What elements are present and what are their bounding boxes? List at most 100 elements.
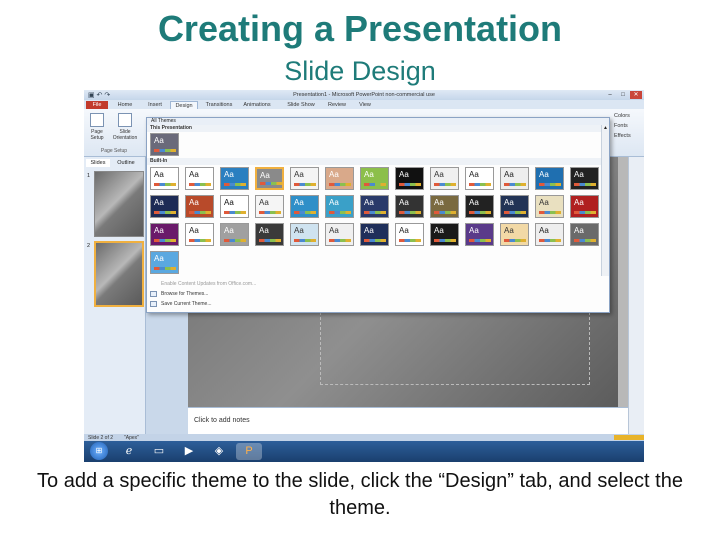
theme-tile[interactable]: Aa (150, 167, 179, 190)
theme-sample-text: Aa (539, 170, 549, 179)
theme-color-swatches (329, 239, 351, 242)
theme-tile[interactable]: Aa (325, 223, 354, 246)
save-current-theme-item[interactable]: Save Current Theme... (147, 299, 601, 309)
theme-tile[interactable]: Aa (465, 195, 494, 218)
window-title: Presentation1 - Microsoft PowerPoint non… (293, 92, 435, 98)
theme-tile[interactable]: Aa (185, 195, 214, 218)
windows-media-icon[interactable]: ◈ (206, 443, 232, 460)
theme-tile[interactable]: Aa (360, 167, 389, 190)
tab-review[interactable]: Review (324, 101, 350, 109)
theme-tile[interactable]: Aa (430, 223, 459, 246)
group-label-page-setup: Page Setup (100, 148, 128, 154)
theme-tile[interactable]: Aa (220, 167, 249, 190)
status-bar: Slide 2 of 2 "Apex" (84, 434, 644, 441)
theme-tile[interactable]: Aa (465, 167, 494, 190)
theme-tile[interactable]: Aa (535, 167, 564, 190)
theme-tile[interactable]: Aa (395, 167, 424, 190)
theme-tile[interactable]: Aa (500, 223, 529, 246)
theme-tile[interactable]: Aa (325, 167, 354, 190)
fonts-button[interactable]: Fonts (614, 123, 628, 129)
theme-tile[interactable]: Aa (395, 195, 424, 218)
theme-tile[interactable]: Aa (570, 195, 599, 218)
theme-sample-text: Aa (399, 226, 409, 235)
theme-tile[interactable]: Aa (395, 223, 424, 246)
gallery-scrollbar[interactable]: ▲ (601, 125, 609, 276)
slide-thumbnail-1[interactable] (94, 171, 144, 237)
theme-tile[interactable]: Aa (255, 167, 284, 190)
browse-for-themes-item[interactable]: Browse for Themes... (147, 289, 601, 299)
maximize-button[interactable]: □ (617, 91, 629, 99)
theme-tile[interactable]: Aa (290, 195, 319, 218)
theme-tile[interactable]: Aa (255, 195, 284, 218)
theme-tile[interactable]: Aa (325, 195, 354, 218)
theme-tile[interactable]: Aa (570, 223, 599, 246)
theme-tile[interactable]: Aa (430, 195, 459, 218)
theme-sample-text: Aa (154, 254, 164, 263)
colors-button[interactable]: Colors (614, 113, 630, 119)
tab-slide-show[interactable]: Slide Show (284, 101, 318, 109)
tab-animations[interactable]: Animations (240, 101, 274, 109)
theme-color-swatches (434, 239, 456, 242)
theme-tile[interactable]: Aa (150, 195, 179, 218)
view-buttons[interactable] (614, 435, 644, 440)
tab-file[interactable]: File (86, 101, 108, 109)
notes-pane[interactable]: Click to add notes (188, 407, 628, 434)
all-themes-header[interactable]: All Themes (147, 118, 609, 125)
theme-tile[interactable]: Aa (535, 195, 564, 218)
vertical-scrollbar[interactable] (628, 157, 644, 434)
theme-tile[interactable]: Aa (220, 223, 249, 246)
tab-transitions[interactable]: Transitions (202, 101, 236, 109)
close-button[interactable]: ✕ (630, 91, 642, 99)
theme-tile[interactable]: Aa (360, 195, 389, 218)
theme-tile[interactable]: Aa (535, 223, 564, 246)
internet-explorer-icon[interactable]: ℯ (116, 443, 142, 460)
tab-insert[interactable]: Insert (142, 101, 168, 109)
tab-view[interactable]: View (354, 101, 376, 109)
theme-tile[interactable]: Aa (570, 167, 599, 190)
theme-color-swatches (154, 183, 176, 186)
theme-sample-text: Aa (364, 198, 374, 207)
theme-tile[interactable]: Aa (185, 223, 214, 246)
powerpoint-icon[interactable]: P (236, 443, 262, 460)
tab-design[interactable]: Design (170, 101, 198, 109)
theme-color-swatches (504, 183, 526, 186)
theme-tile[interactable]: Aa (185, 167, 214, 190)
section-this-presentation: This Presentation (147, 125, 601, 132)
page-setup-label: Page Setup (90, 129, 104, 141)
theme-color-swatches (329, 211, 351, 214)
tab-outline[interactable]: Outline (112, 159, 140, 167)
theme-tile[interactable]: Aa (290, 223, 319, 246)
theme-tile[interactable]: Aa (150, 223, 179, 246)
folder-icon[interactable]: ▭ (146, 443, 172, 460)
theme-tile[interactable]: Aa (150, 133, 179, 156)
theme-tile[interactable]: Aa (500, 195, 529, 218)
theme-tile[interactable]: Aa (255, 223, 284, 246)
theme-tile[interactable]: Aa (500, 167, 529, 190)
media-player-icon[interactable]: ▶ (176, 443, 202, 460)
ribbon-tabs: File Home Insert Design Transitions Anim… (84, 100, 644, 109)
theme-sample-text: Aa (260, 171, 270, 180)
tab-slides[interactable]: Slides (86, 159, 110, 167)
theme-tile[interactable]: Aa (360, 223, 389, 246)
enable-content-updates-item[interactable]: Enable Content Updates from Office.com..… (147, 279, 601, 289)
theme-tile[interactable]: Aa (150, 251, 179, 274)
minimize-button[interactable]: – (604, 91, 616, 99)
theme-color-swatches (154, 267, 176, 270)
theme-sample-text: Aa (259, 198, 269, 207)
theme-color-swatches (189, 183, 211, 186)
theme-color-swatches (329, 183, 351, 186)
theme-tile[interactable]: Aa (430, 167, 459, 190)
theme-tile[interactable]: Aa (220, 195, 249, 218)
effects-button[interactable]: Effects (614, 133, 631, 139)
theme-color-swatches (154, 149, 176, 152)
theme-tile[interactable]: Aa (465, 223, 494, 246)
page-setup-button[interactable]: Page Setup (86, 113, 108, 143)
start-button[interactable]: ⊞ (90, 442, 108, 460)
tab-home[interactable]: Home (112, 101, 138, 109)
theme-sample-text: Aa (504, 170, 514, 179)
slide-thumbnail-2[interactable] (94, 241, 144, 307)
theme-color-swatches (364, 183, 386, 186)
menu-item-label: Save Current Theme... (161, 301, 212, 307)
slide-orientation-button[interactable]: Slide Orientation (110, 113, 140, 143)
theme-tile[interactable]: Aa (290, 167, 319, 190)
